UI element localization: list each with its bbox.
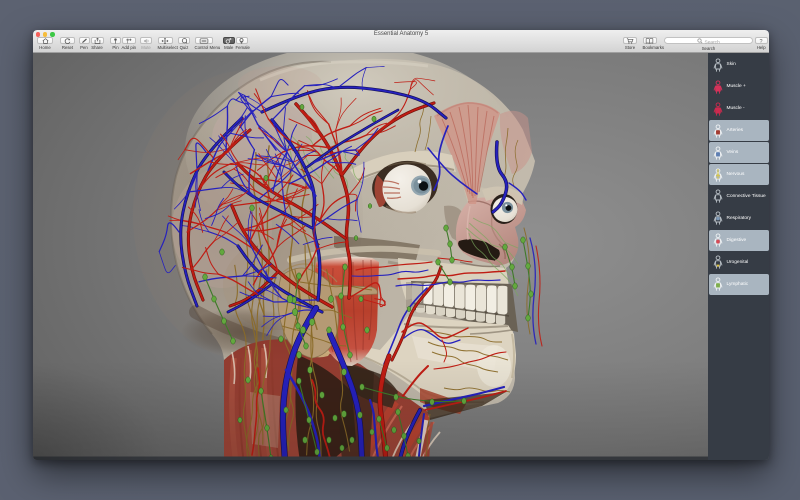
svg-text:?: ? [760,38,763,43]
